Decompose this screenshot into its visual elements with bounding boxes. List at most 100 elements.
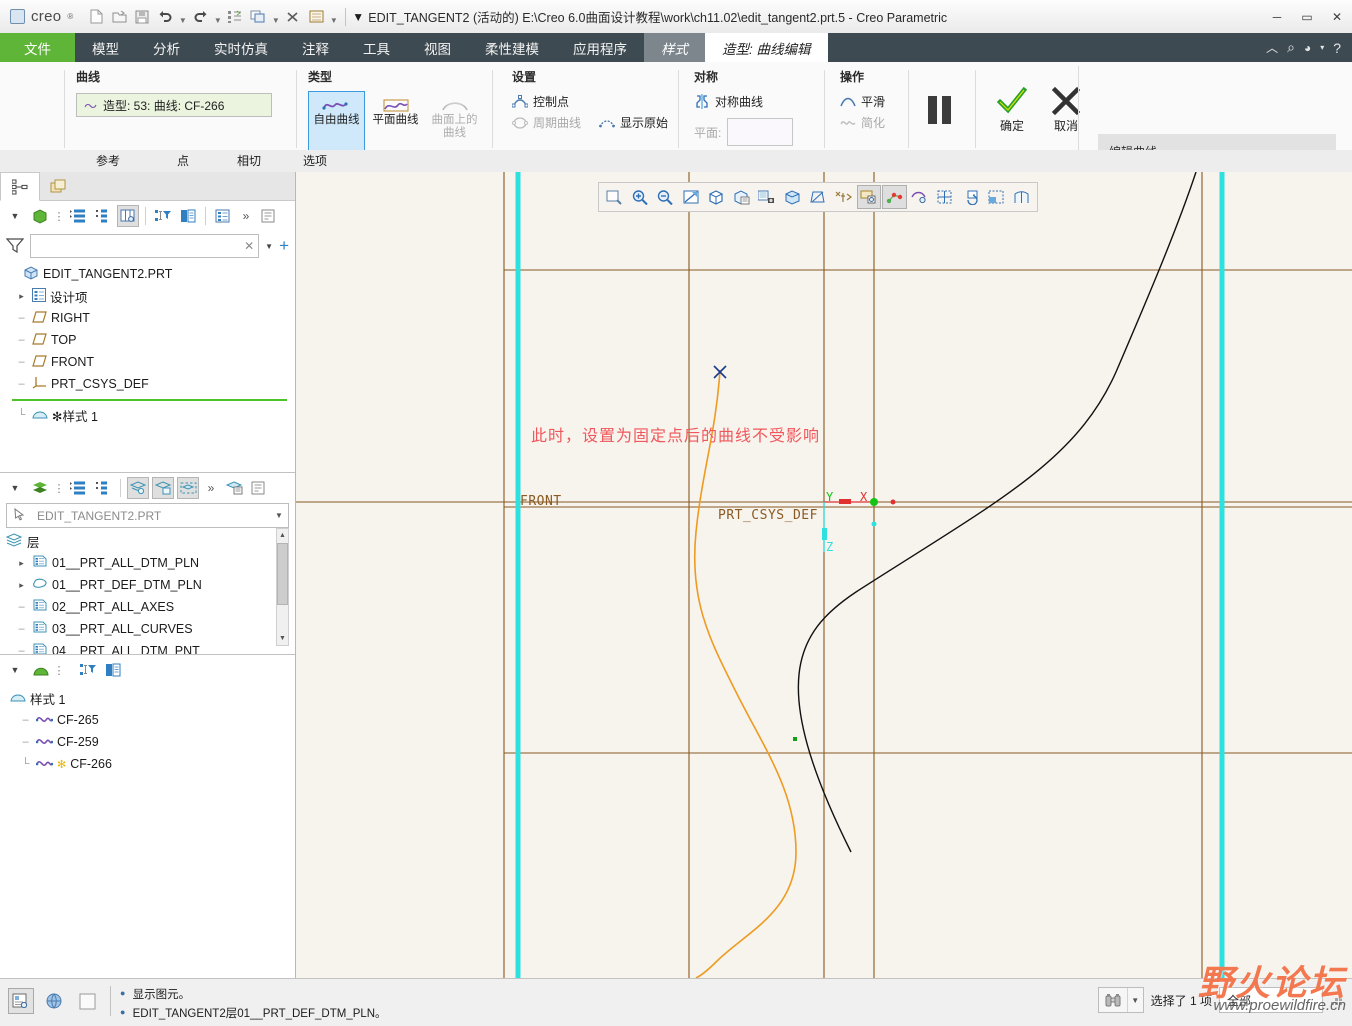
filter-clear-icon[interactable]: ✕ [244,239,254,253]
tab-live-simulation[interactable]: 实时仿真 [197,33,285,62]
style-curve-row-1[interactable]: – CF-265 [10,709,295,731]
regenerate-icon[interactable] [224,6,246,28]
model-tree-toolbar[interactable]: ▼ ⋮ » [0,201,295,231]
annotation-display-icon[interactable] [908,185,932,209]
layer-row-2[interactable]: ▸ 01__PRT_DEF_DTM_PLN [6,574,295,596]
subtab-tangency[interactable]: 相切 [216,150,282,171]
layer-hide-icon[interactable] [152,477,174,499]
filter-dropdown-icon[interactable]: ▼ [265,242,273,251]
free-curve-button[interactable]: 自由曲线 [308,91,365,153]
search-icon[interactable]: ⌕ [1287,39,1295,56]
pause-button[interactable] [928,96,951,124]
window-dropdown-icon[interactable]: ▼ [270,3,281,30]
tree-settings-arrow-icon[interactable]: ▼ [4,205,26,227]
ok-button[interactable]: 确定 [992,86,1032,134]
datum-display-icon[interactable] [831,185,855,209]
reorient-icon[interactable] [704,185,728,209]
layer-scrollbar[interactable]: ▲ ▼ [276,528,289,646]
layer-new-icon[interactable] [223,477,245,499]
layer-combo-dropdown-icon[interactable]: ▼ [270,511,288,520]
layer-show-icon[interactable] [127,477,149,499]
tab-analysis[interactable]: 分析 [136,33,197,62]
tree-detail-icon[interactable] [258,205,280,227]
tree-menu-icon[interactable]: ⋮ [54,205,65,227]
tree-filter-row[interactable]: ✕ ▼ + [0,231,295,261]
style-toolbar[interactable]: ▼ ⋮ [0,655,295,685]
model-cube-icon[interactable] [29,205,51,227]
ribbon-right-icons[interactable]: ︿ ⌕ ◕ ▾ ? [1255,33,1352,62]
tree-node-toggle[interactable]: ▸ [15,291,28,302]
graphics-toolbar[interactable] [598,182,1038,212]
layer-collapse-icon[interactable] [92,477,114,499]
open-file-icon[interactable] [108,6,130,28]
expand-all-icon[interactable] [67,205,89,227]
scroll-down-icon[interactable]: ▼ [277,632,288,645]
tab-curve-edit[interactable]: 造型: 曲线编辑 [705,33,828,62]
layer-toggle[interactable]: ▸ [15,558,28,569]
tree-list-icon[interactable] [212,205,234,227]
tab-file[interactable]: 文件 [0,33,75,62]
qat-overflow-icon[interactable]: ▼ [352,10,368,24]
layer-more-icon[interactable]: » [202,477,220,499]
tree-filter-input[interactable]: ✕ [30,234,260,258]
model-tree[interactable]: EDIT_TANGENT2.PRT ▸ 设计项 – RIGHT – TOP – … [0,261,295,426]
style-copy-icon[interactable] [102,659,124,681]
tree-node-style[interactable]: └ ✻样式 1 [6,404,295,426]
tree-node-csys[interactable]: – PRT_CSYS_DEF [6,373,295,395]
selection-dropdown-icon[interactable]: ▼ [1126,988,1143,1012]
style-filter-icon[interactable] [77,659,99,681]
subtab-references[interactable]: 参考 [66,150,150,171]
tree-columns-icon[interactable] [117,205,139,227]
layer-root-row[interactable]: 层 [5,530,295,552]
layer-isolate-icon[interactable] [177,477,199,499]
tree-node-part[interactable]: EDIT_TANGENT2.PRT [6,263,295,285]
layer-row-1[interactable]: ▸ 01__PRT_ALL_DTM_PLN [6,552,295,574]
section-icon[interactable] [984,185,1008,209]
style-root-row[interactable]: 样式 1 [10,687,295,709]
account-dropdown-icon[interactable]: ▾ [1320,43,1324,52]
save-icon[interactable] [131,6,153,28]
tab-style[interactable]: 样式 [644,33,705,62]
redo-icon[interactable] [189,6,211,28]
saved-views-icon[interactable] [729,185,753,209]
ribbon-tab-strip[interactable]: 文件 模型 分析 实时仿真 注释 工具 视图 柔性建模 应用程序 样式 造型: … [0,33,1352,62]
tab-model[interactable]: 模型 [75,33,136,62]
resize-grip[interactable] [1330,993,1344,1007]
quick-access-toolbar[interactable]: ▼ ▼ ▼ ▼ [85,3,339,30]
tree-node-right[interactable]: – RIGHT [6,307,295,329]
tree-copy-icon[interactable] [177,205,199,227]
graphics-viewport[interactable]: FRONT PRT_CSYS_DEF X Y Z 此时，设置为固定点后的曲线不受… [296,172,1352,978]
tree-more-icon[interactable]: » [237,205,255,227]
layer-toolbar[interactable]: ▼ ⋮ » [0,473,295,503]
layer-tree[interactable]: 层 ▸ 01__PRT_ALL_DTM_PLN ▸ 01__PRT_DEF_DT… [0,528,295,662]
tab-applications[interactable]: 应用程序 [556,33,644,62]
layer-menu-icon[interactable]: ⋮ [54,477,65,499]
selection-filter-combo[interactable]: 全部 [1219,987,1323,1013]
grid-display-icon[interactable] [933,185,957,209]
style-curve-row-2[interactable]: – CF-259 [10,731,295,753]
style-menu-icon[interactable]: ⋮ [54,659,65,681]
window-switch-icon[interactable] [247,6,269,28]
refit-icon[interactable] [678,185,702,209]
help-icon[interactable]: ? [1333,40,1341,56]
layer-view-icon[interactable] [1010,185,1034,209]
model-tree-tab[interactable] [0,172,40,201]
zoom-box-icon[interactable] [602,185,626,209]
type-button-row[interactable]: 自由曲线 平面曲线 曲面上的曲线 [308,91,490,153]
collapse-all-icon[interactable] [92,205,114,227]
tree-node-design-items[interactable]: ▸ 设计项 [6,285,295,307]
zoom-out-icon[interactable] [653,185,677,209]
tab-annotate[interactable]: 注释 [285,33,346,62]
tab-flexible-modeling[interactable]: 柔性建模 [468,33,556,62]
control-points-item[interactable]: 控制点 [512,93,678,110]
layers-stack-icon[interactable] [29,477,51,499]
model-display-icon[interactable] [8,988,34,1014]
tree-filter-icon[interactable] [152,205,174,227]
cancel-button[interactable]: 取消 [1046,86,1086,134]
style-settings-arrow-icon[interactable]: ▼ [4,659,26,681]
collapse-ribbon-icon[interactable]: ︿ [1266,39,1278,56]
close-window-icon[interactable] [282,6,304,28]
curve-selection-field[interactable]: 〜 造型: 53: 曲线: CF-266 [76,93,272,117]
spin-center-icon[interactable] [959,185,983,209]
window-controls[interactable]: ─ ▭ ✕ [1262,0,1352,33]
